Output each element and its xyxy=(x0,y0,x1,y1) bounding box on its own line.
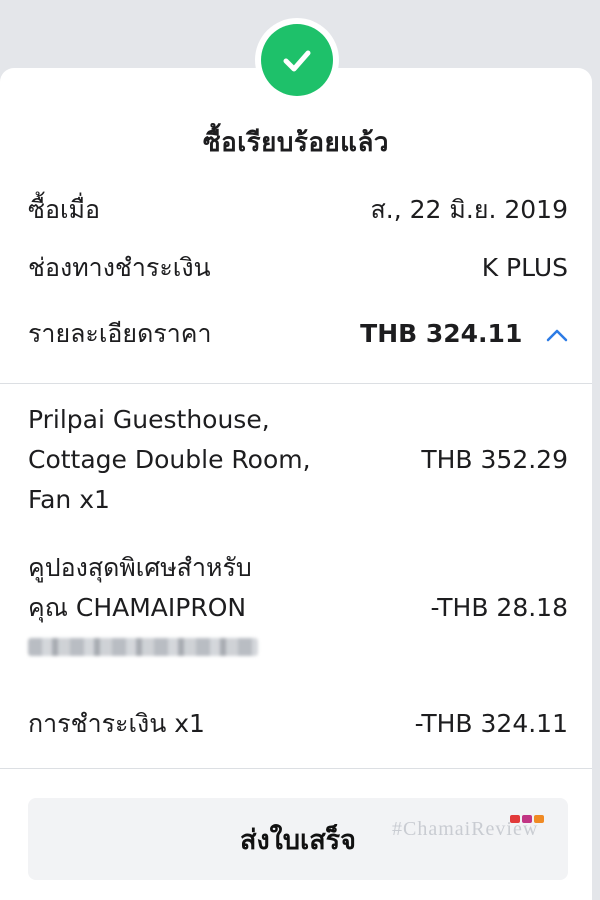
line-item-description: คูปองสุดพิเศษสำหรับ คุณ CHAMAIPRON xyxy=(28,548,258,668)
line-item-coupon: คูปองสุดพิเศษสำหรับ คุณ CHAMAIPRON -THB … xyxy=(28,548,568,668)
line-item-amount: THB 352.29 xyxy=(421,445,568,474)
line-item-payment: การชำระเงิน x1 -THB 324.11 xyxy=(28,704,568,744)
payment-channel-value: K PLUS xyxy=(481,253,568,282)
price-detail-value: THB 324.11 xyxy=(360,319,523,348)
price-detail-toggle[interactable]: รายละเอียดราคา THB 324.11 xyxy=(28,314,568,354)
line-item-description: การชำระเงิน x1 xyxy=(28,709,205,738)
line-item-text: Fan x1 xyxy=(28,485,110,514)
payment-channel-row: ช่องทางชำระเงิน K PLUS xyxy=(28,248,568,288)
purchase-status-title: ซื้อเรียบร้อยแล้ว xyxy=(203,128,389,158)
line-item-text: คูปองสุดพิเศษสำหรับ xyxy=(28,553,252,582)
send-receipt-button[interactable]: ส่งใบเสร็จ xyxy=(28,798,568,880)
line-item-text: Prilpai Guesthouse, xyxy=(28,405,270,434)
watermark-social-icons xyxy=(510,815,544,823)
chevron-up-icon[interactable] xyxy=(538,320,568,348)
section-divider xyxy=(0,768,592,769)
purchase-date-row: ซื้อเมื่อ ส., 22 มิ.ย. 2019 xyxy=(28,190,568,230)
blog-icon xyxy=(534,815,544,823)
price-detail-total: THB 324.11 xyxy=(360,314,568,354)
redacted-coupon-code xyxy=(28,638,258,656)
line-item-amount: -THB 324.11 xyxy=(414,709,568,738)
line-item-room: Prilpai Guesthouse, Cottage Double Room,… xyxy=(28,400,568,520)
purchase-date-label: ซื้อเมื่อ xyxy=(28,195,101,224)
purchase-date-value: ส., 22 มิ.ย. 2019 xyxy=(370,195,568,224)
line-item-text: Cottage Double Room, xyxy=(28,445,311,474)
youtube-icon xyxy=(510,815,520,823)
line-item-text: คุณ CHAMAIPRON xyxy=(28,593,247,622)
line-item-amount: -THB 28.18 xyxy=(430,593,568,622)
check-circle-icon xyxy=(261,24,333,96)
price-detail-label: รายละเอียดราคา xyxy=(28,319,212,348)
payment-channel-label: ช่องทางชำระเงิน xyxy=(28,253,211,282)
line-item-description: Prilpai Guesthouse, Cottage Double Room,… xyxy=(28,400,311,520)
section-divider xyxy=(0,383,592,384)
instagram-icon xyxy=(522,815,532,823)
